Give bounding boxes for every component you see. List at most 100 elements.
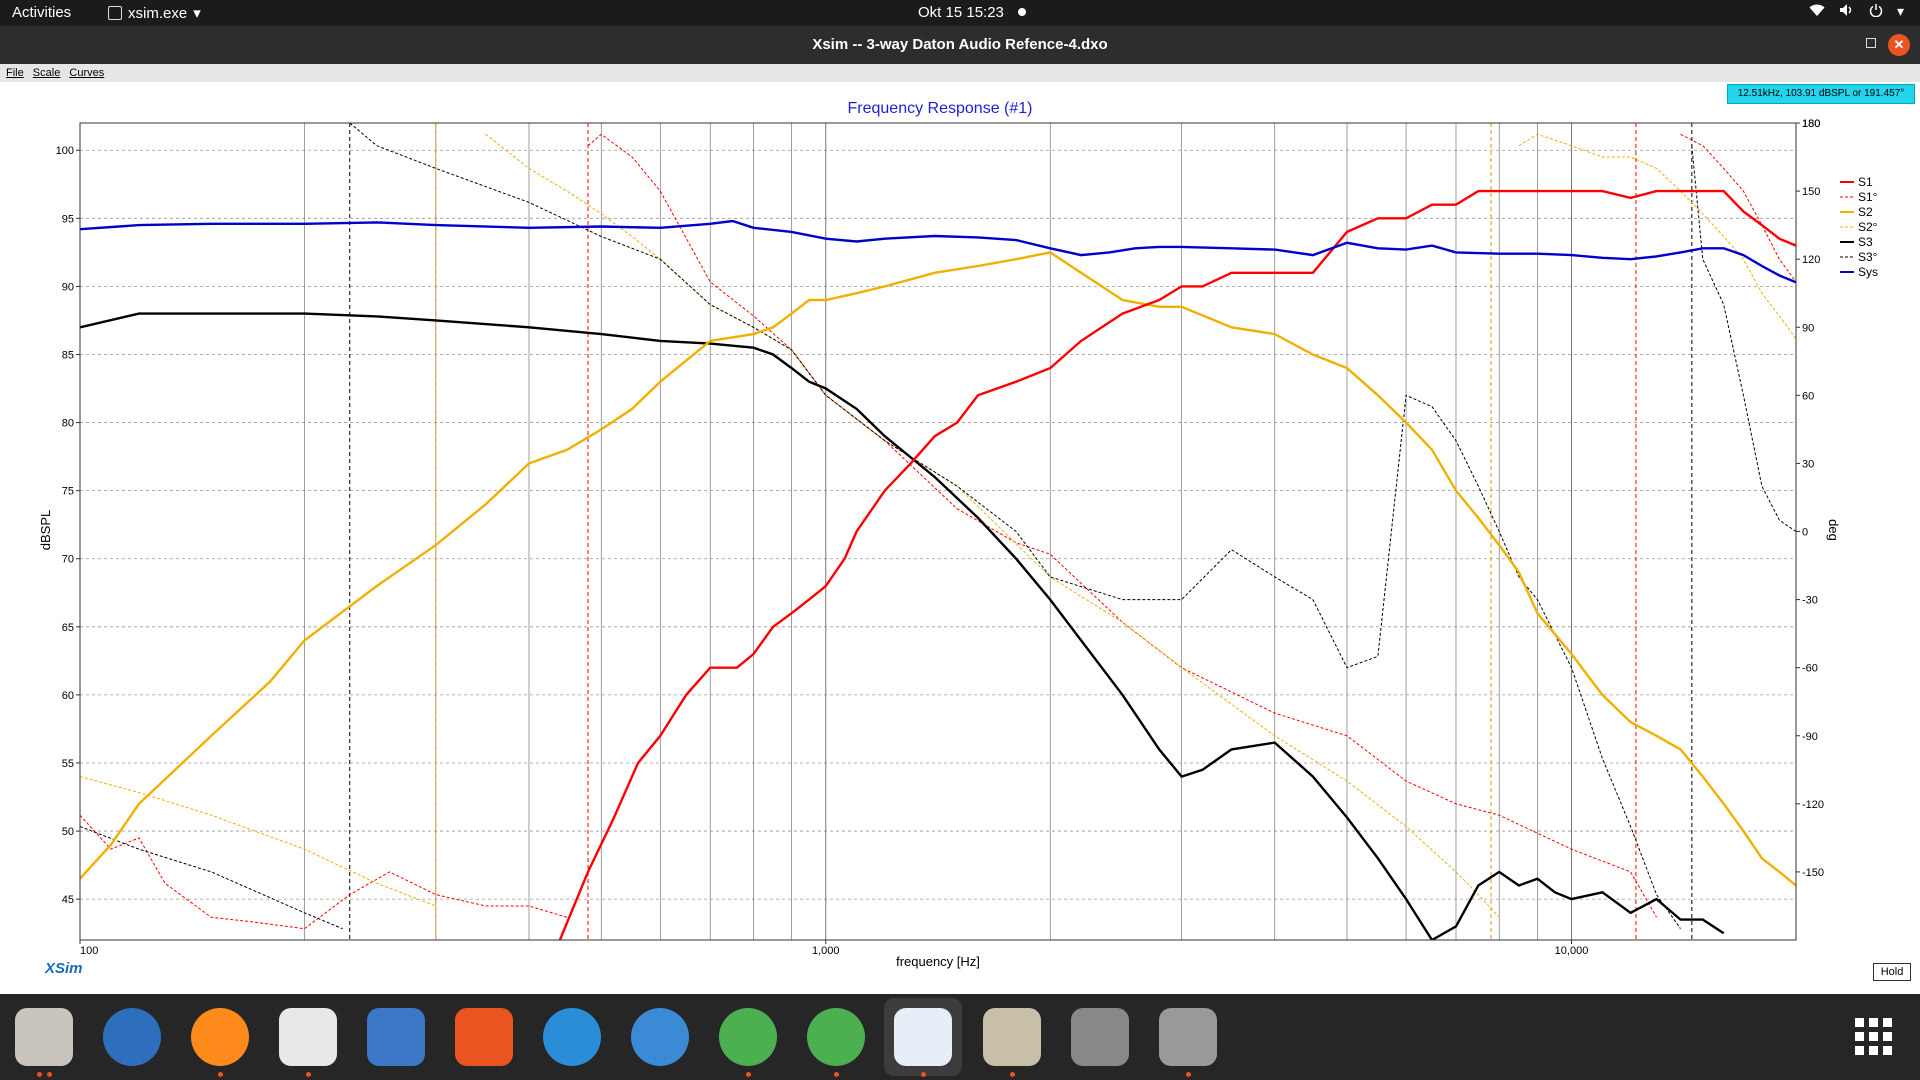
plot-frame: [79, 122, 1797, 941]
running-indicator: [746, 1072, 751, 1077]
wifi-icon: [1809, 3, 1825, 20]
volume-icon: [1839, 3, 1855, 20]
y-tick-label: 90: [62, 281, 74, 293]
legend-label: S1: [1858, 175, 1873, 189]
running-indicator: [1010, 1072, 1015, 1077]
notification-dot-icon: [1018, 8, 1026, 16]
menu-scale[interactable]: Scale: [33, 67, 61, 79]
y2-tick-label: 60: [1802, 390, 1814, 402]
y2-tick-label: 0: [1802, 527, 1808, 539]
x-tick-label: 100: [80, 945, 98, 957]
y-axis-label: dBSPL: [38, 510, 53, 550]
chevron-down-icon: ▾: [1896, 3, 1904, 19]
dock: [0, 994, 1920, 1080]
y2-tick-label: 180: [1802, 118, 1820, 130]
help-icon[interactable]: [543, 1008, 601, 1066]
system-tray[interactable]: ▾: [1809, 3, 1904, 20]
axis-ticks: 45 50 55 60 65 70 75 80 85 90 95 100 -150 -120 -90 -60 -…: [56, 118, 1824, 957]
chart-legend: S1S1°S2S2°S3S3°Sys: [1840, 175, 1878, 279]
curve-s1-phase: [80, 133, 1796, 930]
disk-icon[interactable]: [1159, 1008, 1217, 1066]
y2-tick-label: -120: [1802, 799, 1824, 811]
clover-app-icon[interactable]: [719, 1008, 777, 1066]
y-tick-label: 100: [56, 145, 74, 157]
curve-s2-phase: [80, 133, 1796, 918]
legend-label: S2: [1858, 205, 1873, 219]
crossover-markers: [349, 123, 1693, 940]
y2-axis-label: deg: [1826, 519, 1841, 541]
x-tick-label: 10,000: [1555, 945, 1589, 957]
phone-icon[interactable]: [1071, 1008, 1129, 1066]
running-indicator: [306, 1072, 311, 1077]
curve-sys: [80, 219, 1796, 284]
firefox-icon[interactable]: [191, 1008, 249, 1066]
cursor-readout: 12.51kHz, 103.91 dBSPL or 191.457°: [1727, 84, 1915, 104]
x-axis-label: frequency [Hz]: [896, 954, 980, 969]
clover-app-icon[interactable]: [807, 1008, 865, 1066]
chart-curves: [80, 123, 1796, 940]
rhythmbox-icon[interactable]: [279, 1008, 337, 1066]
legend-label: S3: [1858, 235, 1873, 249]
y2-tick-label: 30: [1802, 458, 1814, 470]
files-icon[interactable]: [15, 1008, 73, 1066]
y-tick-label: 95: [62, 213, 74, 225]
activities-button[interactable]: Activities: [12, 4, 71, 21]
curve-s3-phase: [80, 123, 1796, 930]
y-tick-label: 70: [62, 554, 74, 566]
running-indicator: [834, 1072, 839, 1077]
show-apps-grid-icon[interactable]: [1845, 1008, 1903, 1066]
y2-tick-label: -90: [1802, 731, 1818, 743]
mixer-icon[interactable]: [631, 1008, 689, 1066]
y2-tick-label: 150: [1802, 186, 1820, 198]
curve-s1: [558, 189, 1796, 940]
running-indicator: [921, 1072, 926, 1077]
y-tick-label: 85: [62, 349, 74, 361]
app-window-icon: [108, 6, 122, 20]
app-name-label: xsim.exe: [128, 4, 188, 22]
y2-tick-label: -30: [1802, 595, 1818, 607]
y-tick-label: 45: [62, 894, 74, 906]
y-tick-label: 65: [62, 622, 74, 634]
thunderbird-icon[interactable]: [103, 1008, 161, 1066]
menu-file[interactable]: File: [6, 67, 24, 79]
writer-icon[interactable]: [367, 1008, 425, 1066]
xsim-app-icon[interactable]: [894, 1008, 952, 1066]
chart-title: Frequency Response (#1): [847, 100, 1033, 117]
legend-label: Sys: [1858, 265, 1878, 279]
y-tick-label: 80: [62, 418, 74, 430]
y2-tick-label: 90: [1802, 322, 1814, 334]
window-title: Xsim -- 3-way Daton Audio Refence-4.dxo: [812, 36, 1108, 53]
chevron-down-icon: ▾: [193, 5, 201, 22]
running-indicator: [37, 1072, 42, 1077]
software-center-icon[interactable]: [455, 1008, 513, 1066]
menu-curves[interactable]: Curves: [69, 67, 104, 79]
y-tick-label: 50: [62, 826, 74, 838]
x-tick-label: 1,000: [812, 945, 840, 957]
close-button[interactable]: ✕: [1888, 34, 1910, 56]
hold-button[interactable]: Hold: [1873, 963, 1911, 981]
y2-tick-label: -60: [1802, 663, 1818, 675]
chart-grid: [79, 123, 1797, 940]
curve-s3: [80, 312, 1725, 940]
clock-label[interactable]: Okt 15 15:23: [918, 4, 1004, 21]
menubar: File Scale Curves: [0, 64, 1920, 82]
running-indicator: [218, 1072, 223, 1077]
legend-label: S2°: [1858, 220, 1878, 234]
y-tick-label: 75: [62, 486, 74, 498]
y2-tick-label: 120: [1802, 254, 1820, 266]
app-menu-button[interactable]: xsim.exe ▾: [108, 4, 201, 22]
running-indicator: [47, 1072, 52, 1077]
system-topbar: Activities xsim.exe ▾ Okt 15 15:23 ▾: [0, 0, 1920, 26]
y-tick-label: 60: [62, 690, 74, 702]
y2-tick-label: -150: [1802, 867, 1824, 879]
y2-tick-label: 180: [1802, 118, 1820, 130]
legend-label: S1°: [1858, 190, 1878, 204]
restore-button[interactable]: [1866, 38, 1876, 48]
window-titlebar[interactable]: Xsim -- 3-way Daton Audio Refence-4.dxo …: [0, 26, 1920, 64]
archive-icon[interactable]: [983, 1008, 1041, 1066]
xsim-brand: XSim: [45, 960, 83, 977]
frequency-response-chart[interactable]: 45 50 55 60 65 70 75 80 85 90 95 100 -150 -120 -90 -60 -…: [0, 0, 1920, 1080]
running-indicator: [1186, 1072, 1191, 1077]
curve-s2: [80, 251, 1796, 887]
legend-label: S3°: [1858, 250, 1878, 264]
